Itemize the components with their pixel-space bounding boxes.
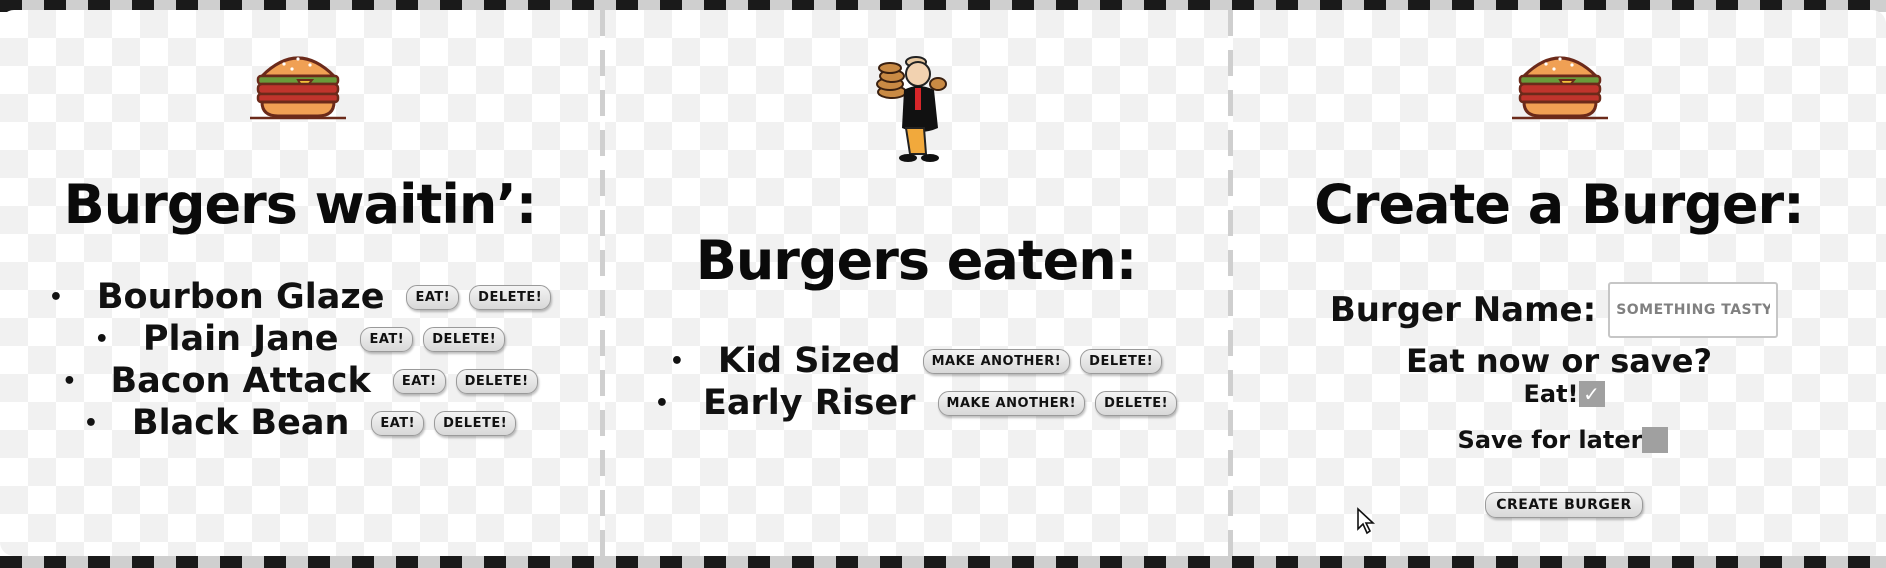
delete-button[interactable]: Delete! (469, 284, 552, 310)
delete-button[interactable]: Delete! (455, 368, 538, 394)
delete-button[interactable]: Delete! (434, 410, 517, 436)
bullet: • (48, 284, 63, 310)
eat-button[interactable]: Eat! (406, 284, 460, 310)
burger-name: Kid Sized (717, 341, 901, 381)
eat-button[interactable]: Eat! (371, 410, 425, 436)
save-option-label: Save for later (1457, 426, 1643, 454)
burger-icon (1512, 56, 1608, 120)
burger-name: Early Riser (702, 383, 916, 423)
list-item: • Bourbon Glaze Eat! Delete! (0, 276, 600, 318)
create-burger-button[interactable]: Create Burger (1485, 492, 1643, 518)
bullet: • (669, 348, 684, 374)
eat-or-save-label: Eat now or save? (1405, 342, 1713, 380)
eaten-heading: Burgers eaten: (695, 229, 1138, 292)
checkered-border-bottom (0, 556, 1886, 568)
checkmark-icon: ✓ (1583, 382, 1600, 406)
make-another-button[interactable]: Make another! (922, 348, 1071, 374)
list-item: • Black Bean Eat! Delete! (0, 402, 600, 444)
delete-button[interactable]: Delete! (1080, 348, 1163, 374)
bullet: • (62, 368, 77, 394)
waiting-list: • Bourbon Glaze Eat! Delete! • Plain Jan… (0, 276, 600, 444)
burger-name-row: Burger Name: (1222, 282, 1886, 338)
bullet: • (654, 390, 669, 416)
list-item: • Early Riser Make another! Delete! (604, 382, 1228, 424)
list-item: • Kid Sized Make another! Delete! (604, 340, 1228, 382)
create-panel: Create a Burger: Burger Name: Eat now or… (1232, 10, 1886, 556)
eat-option-row: Eat! ✓ (1242, 380, 1886, 408)
burger-name-input[interactable] (1608, 282, 1779, 338)
eat-or-save-question: Eat now or save? (1232, 342, 1886, 380)
eat-button[interactable]: Eat! (360, 326, 414, 352)
burger-name: Black Bean (131, 403, 350, 443)
eaten-list: • Kid Sized Make another! Delete! • Earl… (604, 340, 1228, 424)
list-item: • Plain Jane Eat! Delete! (0, 318, 600, 360)
save-checkbox[interactable] (1642, 427, 1669, 453)
burger-name: Plain Jane (142, 319, 339, 359)
bullet: • (94, 326, 109, 352)
burger-name: Bacon Attack (110, 361, 371, 401)
waiting-heading: Burgers waitin’: (63, 173, 538, 236)
wimpy-mascot-illustration (876, 56, 947, 162)
eat-option-label: Eat! (1523, 380, 1579, 408)
eat-checkbox[interactable]: ✓ (1578, 381, 1605, 407)
delete-button[interactable]: Delete! (423, 326, 506, 352)
create-heading: Create a Burger: (1314, 173, 1805, 236)
mouse-cursor (1357, 507, 1376, 535)
eaten-panel: Burgers eaten: • Kid Sized Make another!… (604, 10, 1228, 556)
waiting-panel: Burgers waitin’: • Bourbon Glaze Eat! De… (0, 10, 600, 556)
bullet: • (83, 410, 98, 436)
burger-name: Bourbon Glaze (96, 277, 385, 317)
submit-row: Create Burger (1232, 492, 1886, 518)
make-another-button[interactable]: Make another! (937, 390, 1086, 416)
burger-name-label: Burger Name: (1329, 290, 1597, 330)
eat-button[interactable]: Eat! (392, 368, 446, 394)
list-item: • Bacon Attack Eat! Delete! (0, 360, 600, 402)
save-option-row: Save for later (1240, 426, 1886, 454)
delete-button[interactable]: Delete! (1095, 390, 1178, 416)
burger-icon (250, 56, 346, 120)
